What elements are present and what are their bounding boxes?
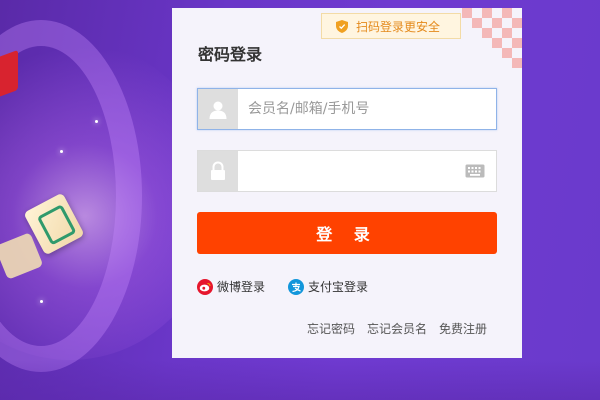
alipay-icon bbox=[288, 278, 304, 295]
password-input[interactable] bbox=[238, 151, 462, 191]
username-field bbox=[197, 88, 497, 130]
login-button[interactable]: 登 录 bbox=[197, 212, 497, 254]
lock-icon-box bbox=[198, 151, 238, 191]
scan-login-tip: 扫码登录更安全 bbox=[321, 13, 461, 39]
alipay-login-link[interactable]: 支付宝登录 bbox=[288, 278, 368, 295]
user-icon bbox=[209, 101, 227, 119]
forgot-username-link[interactable]: 忘记会员名 bbox=[367, 320, 427, 337]
lock-icon bbox=[211, 161, 225, 180]
register-link[interactable]: 免费注册 bbox=[439, 320, 487, 337]
qr-code-toggle[interactable] bbox=[462, 8, 522, 68]
login-card: 扫码登录更安全 密码登录 会员名/邮箱/手机号 登 录 微博登录 支付宝登录 忘… bbox=[172, 8, 522, 358]
login-page: 扫码登录更安全 密码登录 会员名/邮箱/手机号 登 录 微博登录 支付宝登录 忘… bbox=[0, 0, 600, 400]
weibo-login-label: 微博登录 bbox=[217, 280, 266, 294]
forgot-password-link[interactable]: 忘记密码 bbox=[307, 320, 355, 337]
footer-links: 忘记密码 忘记会员名 免费注册 bbox=[307, 320, 487, 337]
background-sparkle bbox=[40, 300, 43, 303]
shield-icon bbox=[336, 19, 348, 33]
weibo-login-link[interactable]: 微博登录 bbox=[197, 278, 265, 295]
scan-login-tip-text: 扫码登录更安全 bbox=[356, 19, 441, 34]
background-sparkle bbox=[95, 120, 98, 123]
alipay-login-label: 支付宝登录 bbox=[308, 280, 369, 294]
weibo-icon bbox=[197, 278, 213, 295]
username-input[interactable] bbox=[238, 89, 496, 129]
background-floor bbox=[0, 360, 600, 400]
password-field bbox=[197, 150, 497, 192]
keyboard-icon[interactable] bbox=[462, 151, 488, 191]
background-sparkle bbox=[60, 150, 63, 153]
user-icon-box bbox=[198, 89, 238, 129]
login-title: 密码登录 bbox=[198, 45, 263, 64]
